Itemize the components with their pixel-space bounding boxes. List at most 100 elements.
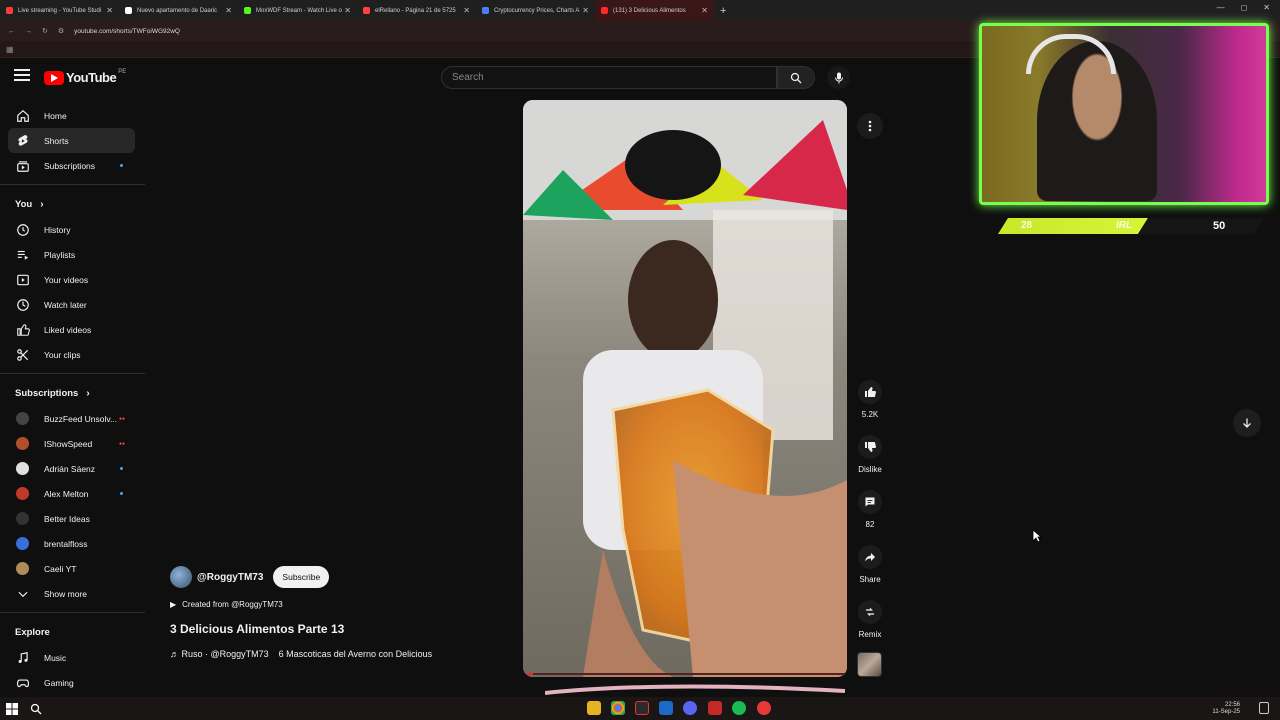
taskbar-search-icon[interactable] bbox=[30, 702, 42, 715]
youtube-logo[interactable]: YouTube PE bbox=[44, 69, 126, 85]
notifications-icon[interactable] bbox=[1259, 702, 1269, 714]
discord-icon[interactable] bbox=[683, 701, 697, 715]
tab-title: (131) 3 Delicious Alimentos bbox=[613, 7, 686, 14]
obs-icon[interactable] bbox=[635, 701, 649, 715]
next-short-button[interactable] bbox=[1233, 409, 1261, 437]
show-more-button[interactable]: Show more bbox=[8, 581, 135, 606]
music-icon bbox=[16, 651, 30, 665]
url-text[interactable]: youtube.com/shorts/TWFoiWG92wQ bbox=[74, 28, 180, 35]
explore-section-heading[interactable]: Explore bbox=[0, 619, 145, 645]
new-tab-icon[interactable]: + bbox=[720, 5, 726, 17]
channel-avatar bbox=[16, 487, 29, 500]
subscribe-button[interactable]: Subscribe bbox=[273, 566, 330, 588]
menu-icon[interactable] bbox=[14, 69, 30, 83]
browser-tab[interactable]: Nuevo apartamento de Daaric ✕ bbox=[119, 0, 238, 21]
audio-source-thumbnail[interactable] bbox=[857, 652, 882, 677]
voice-search-button[interactable] bbox=[827, 66, 850, 89]
tab-close-icon[interactable]: ✕ bbox=[344, 6, 351, 15]
steam-icon[interactable] bbox=[659, 701, 673, 715]
sidebar-item-shorts[interactable]: Shorts bbox=[8, 128, 135, 153]
reload-icon[interactable]: ↻ bbox=[42, 27, 48, 35]
remix-icon bbox=[866, 608, 874, 616]
you-section-heading[interactable]: You › bbox=[0, 191, 145, 217]
maximize-icon[interactable]: ◻ bbox=[1241, 3, 1248, 12]
tab-title: elRellano - Página 21 de 5725 bbox=[375, 7, 456, 14]
search-button[interactable] bbox=[777, 66, 815, 89]
sidebar-divider bbox=[0, 373, 145, 374]
sidebar-item-gaming[interactable]: Gaming bbox=[8, 670, 135, 695]
sidebar-item-brentalfloss[interactable]: brentalfloss bbox=[8, 531, 135, 556]
score-left: 28 bbox=[1021, 220, 1033, 231]
like-button[interactable] bbox=[858, 380, 882, 404]
sidebar: Home Shorts Subscriptions You › History Playli… bbox=[0, 103, 145, 695]
sidebar-item-caeli-yt[interactable]: Caeli YT bbox=[8, 556, 135, 581]
spotify-icon[interactable] bbox=[732, 701, 746, 715]
browser-tab[interactable]: MoxWDF Stream - Watch Live o ✕ bbox=[238, 0, 357, 21]
search-input[interactable] bbox=[442, 67, 776, 88]
share-button[interactable] bbox=[858, 545, 882, 569]
subscriptions-section-heading[interactable]: Subscriptions › bbox=[0, 380, 145, 406]
sidebar-item-your-clips[interactable]: Your clips bbox=[8, 342, 135, 367]
microphone-icon bbox=[834, 72, 843, 83]
audio-track-row[interactable]: ♬ Ruso · @RoggyTM73 6 Mascoticas del Ave… bbox=[170, 649, 432, 659]
share-action: Share bbox=[850, 545, 890, 584]
browser-tab[interactable]: elRellano - Página 21 de 5725 ✕ bbox=[357, 0, 476, 21]
more-options-button[interactable] bbox=[857, 113, 883, 139]
browser-tab[interactable]: Live streaming - YouTube Studi ✕ bbox=[0, 0, 119, 21]
sidebar-item-label: Adrián Sáenz bbox=[44, 463, 96, 474]
more-vert-icon bbox=[868, 120, 872, 132]
browser-tab[interactable]: (131) 3 Delicious Alimentos ✕ bbox=[595, 0, 714, 21]
browser-tab[interactable]: Cryptocurrency Prices, Charts A ✕ bbox=[476, 0, 595, 21]
remix-button[interactable] bbox=[858, 600, 882, 624]
sidebar-item-alex-melton[interactable]: Alex Melton bbox=[8, 481, 135, 506]
close-window-icon[interactable]: ✕ bbox=[1263, 3, 1270, 12]
sidebar-item-adri-n-s-enz[interactable]: Adrián Sáenz bbox=[8, 456, 135, 481]
windows-start-icon[interactable] bbox=[6, 702, 18, 715]
sidebar-item-history[interactable]: History bbox=[8, 217, 135, 242]
file-explorer-icon[interactable] bbox=[587, 701, 601, 715]
tab-close-icon[interactable]: ✕ bbox=[582, 6, 589, 15]
back-icon[interactable]: ← bbox=[8, 28, 15, 35]
channel-avatar bbox=[16, 412, 29, 425]
sidebar-item-label: Home bbox=[44, 110, 67, 121]
short-title: 3 Delicious Alimentos Parte 13 bbox=[170, 622, 345, 636]
system-tray-clock[interactable]: 22:56 11-Sep-25 bbox=[1212, 702, 1240, 716]
tab-close-icon[interactable]: ✕ bbox=[701, 6, 708, 15]
site-info-icon[interactable]: ⚙ bbox=[58, 27, 64, 35]
channel-name[interactable]: @RoggyTM73 bbox=[197, 572, 263, 583]
channel-avatar[interactable] bbox=[170, 566, 192, 588]
show-more-label: Show more bbox=[44, 588, 87, 599]
comments-button[interactable] bbox=[858, 490, 882, 514]
your-videos-icon bbox=[16, 273, 30, 287]
sidebar-item-buzzfeed-unsolv[interactable]: BuzzFeed Unsolv... ●● bbox=[8, 406, 135, 431]
app-icon-circle[interactable] bbox=[757, 701, 771, 715]
comment-icon bbox=[865, 497, 875, 507]
sidebar-item-ishowspeed[interactable]: IShowSpeed ●● bbox=[8, 431, 135, 456]
new-content-dot bbox=[120, 467, 123, 470]
sidebar-item-watch-later[interactable]: Watch later bbox=[8, 292, 135, 317]
sidebar-item-label: IShowSpeed bbox=[44, 438, 93, 449]
sidebar-item-label: Your videos bbox=[44, 274, 89, 285]
headset-graphic bbox=[1026, 34, 1116, 74]
tab-close-icon[interactable]: ✕ bbox=[463, 6, 470, 15]
sidebar-item-playlists[interactable]: Playlists bbox=[8, 242, 135, 267]
dislike-button[interactable] bbox=[858, 435, 882, 459]
app-icon-red[interactable] bbox=[708, 701, 722, 715]
video-progress-bar[interactable] bbox=[527, 673, 845, 675]
short-video-player[interactable] bbox=[523, 100, 847, 677]
tab-title: Live streaming - YouTube Studi bbox=[18, 7, 102, 14]
chrome-icon[interactable] bbox=[611, 701, 625, 715]
sidebar-item-subscriptions[interactable]: Subscriptions bbox=[8, 153, 135, 178]
forward-icon[interactable]: → bbox=[25, 28, 32, 35]
sidebar-item-better-ideas[interactable]: Better Ideas bbox=[8, 506, 135, 531]
sidebar-item-music[interactable]: Music bbox=[8, 645, 135, 670]
sidebar-item-home[interactable]: Home bbox=[8, 103, 135, 128]
apps-grid-icon[interactable]: ▦ bbox=[6, 45, 14, 54]
created-from-link[interactable]: ▶ Created from @RoggyTM73 bbox=[170, 600, 283, 609]
tab-close-icon[interactable]: ✕ bbox=[225, 6, 232, 15]
sidebar-item-liked-videos[interactable]: Liked videos bbox=[8, 317, 135, 342]
sidebar-item-label: Subscriptions bbox=[44, 160, 96, 171]
minimize-icon[interactable]: — bbox=[1217, 3, 1225, 12]
sidebar-item-your-videos[interactable]: Your videos bbox=[8, 267, 135, 292]
tab-close-icon[interactable]: ✕ bbox=[106, 6, 113, 15]
